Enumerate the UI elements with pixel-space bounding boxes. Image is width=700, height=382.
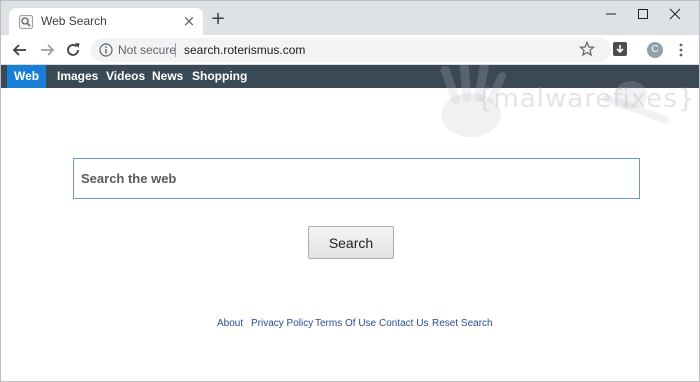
footer-links: About Privacy Policy Terms Of Use Contac… — [1, 318, 699, 332]
browser-tab[interactable]: Web Search × — [9, 8, 203, 35]
maximize-icon[interactable] — [630, 5, 656, 23]
watermark-text: {malwarefixes} — [476, 84, 696, 114]
site-nav-news[interactable]: News — [152, 65, 183, 88]
forward-arrow-icon[interactable] — [37, 40, 57, 60]
footer-link-reset-search[interactable]: Reset Search — [432, 318, 493, 329]
info-icon[interactable] — [99, 43, 113, 57]
new-tab-button[interactable]: + — [209, 10, 227, 28]
site-nav-shopping[interactable]: Shopping — [192, 65, 247, 88]
minimize-icon[interactable] — [598, 5, 624, 23]
footer-link-terms-of-use[interactable]: Terms Of Use — [315, 318, 376, 329]
close-icon[interactable] — [662, 5, 688, 23]
security-label: Not secure — [118, 43, 177, 57]
footer-link-contact-us[interactable]: Contact Us — [379, 318, 428, 329]
extension-download-icon[interactable] — [613, 42, 627, 56]
search-icon — [19, 15, 33, 29]
address-bar[interactable]: Not secure search.roterismus.com — [91, 38, 611, 62]
tab-close-icon[interactable]: × — [181, 13, 197, 29]
bookmark-star-icon[interactable] — [579, 41, 595, 57]
omnibox-divider — [175, 43, 176, 57]
footer-link-privacy-policy[interactable]: Privacy Policy — [251, 318, 313, 329]
reload-icon[interactable] — [63, 40, 83, 60]
profile-avatar[interactable]: C — [647, 42, 663, 58]
search-button[interactable]: Search — [308, 226, 394, 259]
site-nav-videos[interactable]: Videos — [106, 65, 145, 88]
search-box — [73, 158, 640, 199]
tab-strip: Web Search × + — [1, 1, 699, 35]
footer-link-about[interactable]: About — [217, 318, 243, 329]
browser-window: Web Search × + Not secure search.roteris… — [0, 0, 700, 382]
url-text[interactable]: search.roterismus.com — [184, 43, 305, 57]
site-nav-web[interactable]: Web — [7, 65, 47, 88]
kebab-menu-icon[interactable] — [678, 42, 684, 58]
back-arrow-icon[interactable] — [10, 40, 30, 60]
tab-title: Web Search — [41, 14, 107, 28]
site-nav-images[interactable]: Images — [57, 65, 98, 88]
search-input[interactable] — [74, 159, 639, 198]
